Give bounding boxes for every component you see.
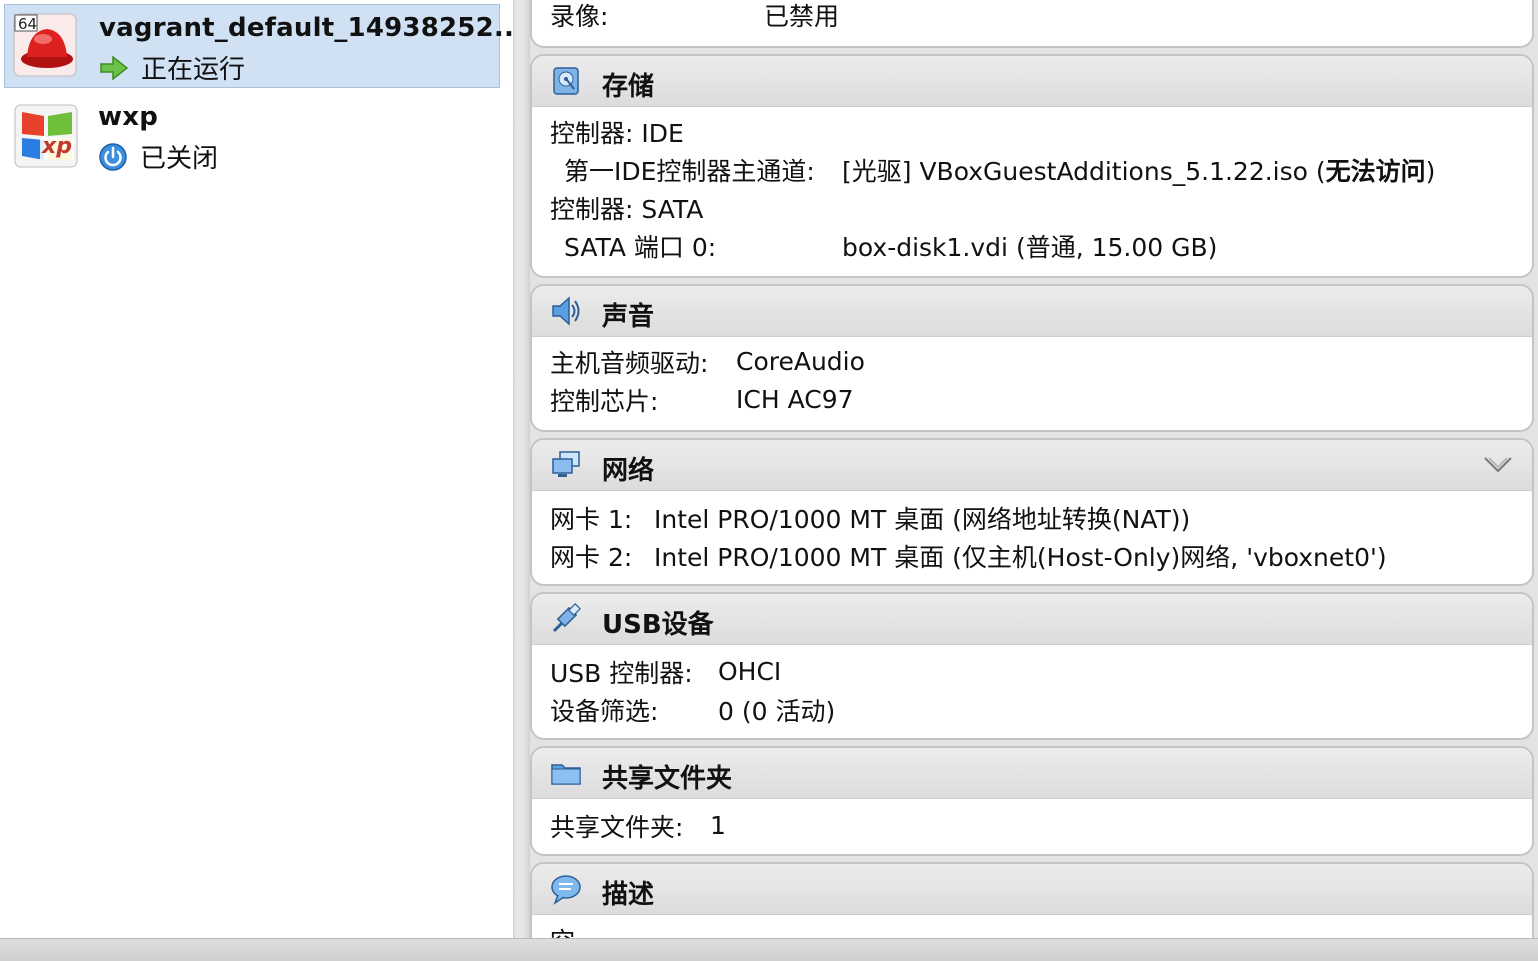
vm-item-wxp[interactable]: xp wxp 已关闭	[4, 94, 500, 178]
audio-controller-label: 控制芯片:	[550, 387, 659, 416]
section-title: 共享文件夹	[602, 764, 733, 794]
storage-ide-primary-value: [光驱] VBoxGuestAdditions_5.1.22.iso (无法访问…	[842, 157, 1435, 187]
section-storage: 存储 控制器: IDE 第一IDE控制器主通道: [光驱] VBoxGuestA…	[530, 54, 1534, 278]
section-network: 网络 网卡 1: Intel PRO/1000 MT 桌面 (网络地址转换(NA…	[530, 438, 1534, 586]
vm-state: 正在运行	[99, 49, 245, 86]
shared-folders-label: 共享文件夹:	[550, 813, 684, 842]
usb-controller-label: USB 控制器:	[550, 659, 693, 688]
audio-driver-value: CoreAudio	[736, 347, 865, 376]
nic1-label: 网卡 1:	[550, 505, 633, 534]
section-title: 网络	[602, 456, 655, 486]
audio-controller-value: ICH AC97	[736, 385, 854, 414]
network-monitors-icon	[552, 451, 580, 477]
description-value: 空	[550, 927, 575, 938]
speech-bubble-icon	[551, 875, 581, 905]
arch-badge: 64	[18, 15, 38, 33]
section-usb: USB设备 USB 控制器: OHCI 设备筛选: 0 (0 活动)	[530, 592, 1534, 740]
chevron-down-icon[interactable]	[1482, 452, 1514, 478]
shared-folders-value: 1	[710, 811, 726, 840]
section-header[interactable]: 网络	[532, 440, 1532, 491]
usb-controller-value: OHCI	[718, 657, 782, 686]
nic1-value: Intel PRO/1000 MT 桌面 (网络地址转换(NAT))	[654, 505, 1191, 534]
details-panel: 录像: 已禁用 存储 控制器: IDE 第一IDE控制器主通道: [光驱] VB…	[530, 0, 1538, 938]
recording-value: 已禁用	[764, 2, 840, 31]
section-description: 描述 空	[530, 862, 1534, 938]
section-display: 录像: 已禁用	[530, 0, 1534, 48]
nic2-value: Intel PRO/1000 MT 桌面 (仅主机(Host-Only)网络, …	[654, 543, 1387, 572]
iso-path: [光驱] VBoxGuestAdditions_5.1.22.iso (	[842, 157, 1326, 186]
vm-name: wxp	[98, 102, 159, 132]
storage-controller-sata: 控制器: SATA	[550, 195, 704, 224]
section-title: USB设备	[602, 610, 714, 640]
vm-state: 已关闭	[98, 138, 218, 175]
nic2-label: 网卡 2:	[550, 543, 633, 572]
recording-label: 录像:	[550, 2, 609, 31]
vm-item-vagrant[interactable]: 64 vagrant_default_14938252... 正在运行	[4, 4, 524, 88]
iso-path-close: )	[1425, 157, 1436, 186]
section-header[interactable]: 共享文件夹	[532, 748, 1532, 799]
section-title: 声音	[602, 302, 655, 332]
power-off-icon	[99, 142, 127, 171]
os-badge: xp	[42, 134, 72, 159]
vm-list: 64 vagrant_default_14938252... 正在运行 xp w…	[0, 0, 524, 938]
section-title: 描述	[602, 880, 655, 910]
speaker-icon	[552, 296, 580, 326]
vm-state-label: 正在运行	[141, 55, 246, 85]
pane-splitter[interactable]	[513, 0, 530, 938]
storage-sata-port-value: box-disk1.vdi (普通, 15.00 GB)	[842, 233, 1218, 262]
section-header[interactable]: 声音	[532, 286, 1532, 337]
section-header[interactable]: USB设备	[532, 594, 1532, 645]
storage-ide-primary-label: 第一IDE控制器主通道:	[564, 157, 815, 186]
storage-sata-port-label: SATA 端口 0:	[564, 233, 717, 262]
usb-plug-icon	[552, 603, 582, 633]
section-title: 存储	[602, 72, 655, 102]
folder-icon	[551, 764, 581, 785]
vm-name: vagrant_default_14938252...	[99, 13, 525, 43]
section-header[interactable]: 存储	[532, 56, 1532, 107]
section-audio: 声音 主机音频驱动: CoreAudio 控制芯片: ICH AC97	[530, 284, 1534, 432]
storage-controller-ide: 控制器: IDE	[550, 119, 684, 148]
usb-filters-value: 0 (0 活动)	[718, 697, 836, 726]
usb-filters-label: 设备筛选:	[550, 697, 659, 726]
inaccessible-flag: 无法访问	[1325, 157, 1426, 186]
status-bar	[0, 938, 1538, 961]
running-arrow-icon	[100, 54, 129, 81]
section-shared-folders: 共享文件夹 共享文件夹: 1	[530, 746, 1534, 856]
storage-disk-icon	[553, 67, 579, 95]
audio-driver-label: 主机音频驱动:	[550, 349, 709, 378]
vm-state-label: 已关闭	[140, 144, 219, 174]
section-header[interactable]: 描述	[532, 864, 1532, 915]
